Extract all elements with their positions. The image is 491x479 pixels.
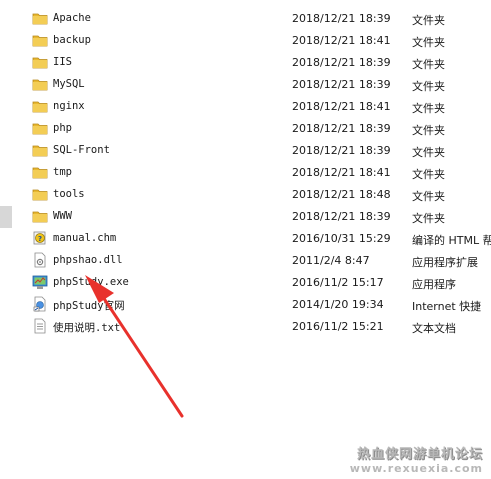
watermark-url: www.rexuexia.com xyxy=(349,462,483,475)
watermark-title: 热血侠网游单机论坛 xyxy=(356,447,483,462)
watermark: 热血侠网游单机论坛 www.rexuexia.com xyxy=(350,443,483,475)
annotation-arrow xyxy=(85,275,184,418)
